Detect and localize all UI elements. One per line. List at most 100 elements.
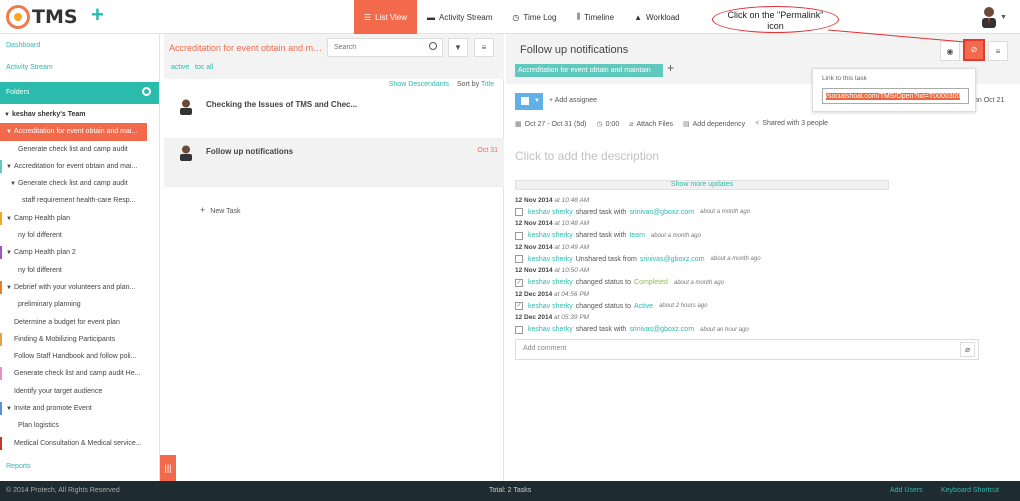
expand-triangle-icon[interactable]: ▼	[6, 401, 12, 417]
attach-files-button[interactable]: ⌀ Attach Files	[629, 120, 673, 128]
sidebar-team[interactable]: ▼ keshav sherky's Team	[0, 106, 159, 123]
activity-target-link[interactable]: Completed	[634, 279, 668, 286]
sidebar-folder-item[interactable]: ▼ Camp Health plan	[0, 210, 159, 227]
add-users-link[interactable]: Add Users	[890, 487, 923, 494]
add-assignee-button[interactable]: + Add assignee	[549, 97, 597, 104]
sidebar-folder-item[interactable]: ▼ Camp Health plan 2	[0, 244, 159, 261]
permalink-field[interactable]: /socialshoal.com/TMS/Open?tid=T0000300	[822, 88, 969, 104]
nav-tab-workload[interactable]: ▲ Workload	[624, 0, 690, 34]
task-row[interactable]: Checking the Issues of TMS and Chec...	[164, 93, 504, 139]
sidebar-collapse-button[interactable]: |||	[160, 455, 176, 481]
nav-tab-list-view[interactable]: ☰ List View	[354, 0, 418, 34]
sidebar-activity-stream-link[interactable]: Activity Stream	[6, 64, 53, 71]
sidebar-folder-item[interactable]: Generate check list and camp audit	[0, 141, 159, 158]
activity-user-link[interactable]: keshav sherky	[528, 303, 573, 310]
new-task-button[interactable]: + New Task	[200, 205, 240, 215]
sidebar-folder-item[interactable]: ny fol different	[0, 262, 159, 279]
sidebar-folder-item[interactable]: ▼ Invite and promote Event	[0, 400, 159, 417]
sidebar-folder-item[interactable]: ▼ Debrief with your volunteers and plan..…	[0, 279, 159, 296]
nav-tab-timeline[interactable]: ⫼ Timeline	[566, 0, 624, 34]
task-detail-title[interactable]: Follow up notifications	[520, 44, 628, 56]
comment-box[interactable]: Add comment ⌀	[515, 339, 979, 360]
sidebar-folder-item[interactable]: Finding & Mobilizing Participants	[0, 331, 159, 348]
sidebar-folder-item[interactable]: staff requirement health-care Resp...	[0, 192, 159, 209]
nav-tab-activity-stream[interactable]: ▬ Activity Stream	[417, 0, 502, 34]
sidebar-folder-item[interactable]: ▼ Accreditation for event obtain and mai.…	[0, 158, 159, 175]
expand-triangle-icon[interactable]: ▼	[10, 176, 16, 192]
sidebar-folder-item[interactable]: Plan logistics	[0, 417, 159, 434]
sidebar-folder-item[interactable]: ▼ Accreditation for event obtain and mai.…	[0, 123, 147, 141]
folders-search-icon[interactable]	[142, 87, 151, 96]
shared-with-button[interactable]: < Shared with 3 people	[755, 120, 828, 128]
show-more-updates-button[interactable]: Show more updates	[515, 180, 889, 190]
show-descendants-link[interactable]: Show Descendants	[389, 81, 449, 88]
sidebar-folder-item[interactable]: Follow Staff Handbook and follow poli...	[0, 348, 159, 365]
activity-target-link[interactable]: Active	[634, 303, 653, 310]
instruction-callout: Click on the "Permalink" icon	[712, 6, 839, 33]
create-new-button[interactable]: +	[91, 4, 104, 26]
user-menu-caret-icon[interactable]: ▼	[1000, 14, 1007, 21]
task-title[interactable]: Checking the Issues of TMS and Chec...	[206, 100, 357, 109]
folder-label: Accreditation for event obtain and mai..…	[13, 128, 138, 136]
time-tracker[interactable]: ◷ 0:00	[596, 120, 619, 128]
activity-target-link[interactable]: srinivas@gboxz.com	[640, 256, 705, 263]
activity-user-link[interactable]: keshav sherky	[528, 279, 573, 286]
activity-ago: about 2 hours ago	[659, 303, 708, 309]
date-range[interactable]: ▦ Oct 27 - Oct 31 (5d)	[515, 120, 586, 128]
expand-triangle-icon[interactable]: ▼	[6, 280, 12, 296]
shared-label: Shared with 3 people	[762, 120, 829, 127]
activity-user-link[interactable]: keshav sherky	[528, 232, 573, 239]
app-logo[interactable]: TMS	[6, 5, 78, 29]
description-placeholder[interactable]: Click to add the description	[515, 149, 659, 163]
sidebar-folder-item[interactable]: Identify your target audience	[0, 383, 159, 400]
expand-triangle-icon[interactable]: ▼	[6, 211, 12, 227]
tag-toc-all[interactable]: toc all	[195, 64, 213, 71]
filter-button[interactable]: ▼	[448, 38, 468, 57]
sidebar-folder-item[interactable]: Determine a budget for event plan	[0, 314, 159, 331]
task-row-selected[interactable]: Follow up notifications Oct 31	[164, 139, 504, 187]
activity-user-link[interactable]: keshav sherky	[528, 209, 573, 216]
add-folder-icon[interactable]: +	[667, 61, 674, 75]
sidebar-folder-item[interactable]: preliminary planning	[0, 296, 159, 313]
detail-menu-icon[interactable]: ≡	[988, 41, 1008, 61]
activity-day: 12 Nov 2014	[515, 196, 553, 204]
sidebar-folder-item[interactable]: Generate check list and camp audit He...	[0, 365, 159, 382]
user-avatar[interactable]	[980, 6, 998, 28]
activity-action: changed status to	[575, 302, 632, 310]
expand-triangle-icon[interactable]: ▼	[4, 107, 10, 123]
sidebar-folder-item[interactable]: ▼ Generate check list and camp audit	[0, 175, 159, 192]
activity-target-link[interactable]: team	[629, 232, 645, 239]
rss-icon[interactable]: ◉	[940, 41, 960, 61]
expand-triangle-icon[interactable]: ▼	[6, 245, 12, 261]
expand-triangle-icon[interactable]: ▼	[6, 159, 12, 175]
list-menu-button[interactable]: ≡	[474, 38, 494, 57]
folder-chip[interactable]: Accreditation for event obtain and maint…	[515, 64, 663, 77]
assignee-dropdown[interactable]: ▼	[515, 93, 543, 110]
sidebar-folder-item[interactable]: Medical staff... hospital...	[0, 452, 159, 456]
clock-icon: ◷	[512, 12, 520, 22]
sidebar-reports-link[interactable]: Reports	[6, 463, 31, 470]
nav-tab-time-log[interactable]: ◷ Time Log	[502, 0, 566, 34]
comment-input[interactable]: Add comment	[523, 345, 566, 352]
sort-value-link[interactable]: Title	[481, 81, 494, 88]
tag-active[interactable]: active	[171, 64, 189, 71]
sidebar-folder-item[interactable]: Medical Consultation & Medical service..…	[0, 435, 159, 452]
permalink-url[interactable]: /socialshoal.com/TMS/Open?tid=T0000300	[826, 93, 961, 100]
activity-target-link[interactable]: srinivas@gboxz.com	[629, 209, 694, 216]
search-icon[interactable]	[429, 42, 437, 50]
permalink-icon[interactable]: ⊘	[963, 39, 985, 61]
sidebar-folder-item[interactable]: ny fol different	[0, 227, 159, 244]
activity-target-link[interactable]: srinivas@gboxz.com	[629, 326, 694, 333]
search-input[interactable]	[327, 38, 443, 57]
activity-day: 12 Dec 2014	[515, 314, 553, 321]
activity-user-link[interactable]: keshav sherky	[528, 326, 573, 333]
expand-triangle-icon[interactable]: ▼	[6, 124, 12, 140]
paperclip-icon[interactable]: ⌀	[960, 342, 975, 357]
keyboard-shortcut-link[interactable]: Keyboard Shortcut	[941, 487, 999, 494]
add-dependency-button[interactable]: ▤ Add dependency	[683, 120, 745, 128]
task-due-date: Oct 31	[477, 147, 498, 154]
task-title[interactable]: Follow up notifications	[206, 147, 293, 156]
activity-user-link[interactable]: keshav sherky	[528, 256, 573, 263]
folder-label: keshav sherky's Team	[11, 111, 86, 118]
sidebar-dashboard-link[interactable]: Dashboard	[6, 42, 40, 49]
